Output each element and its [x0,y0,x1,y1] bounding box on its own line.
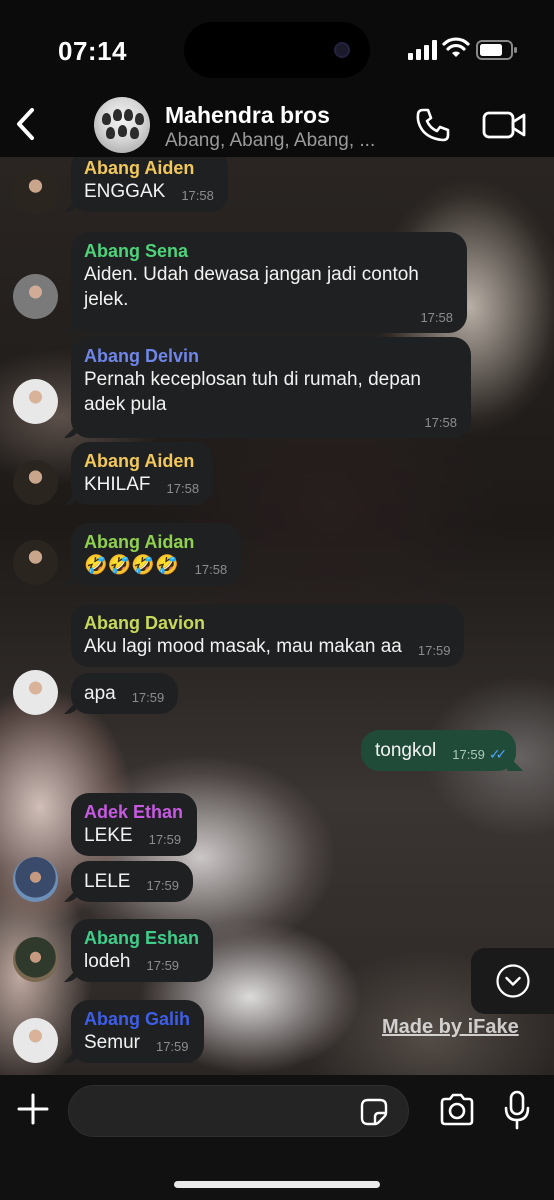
message-time: 17:58 [166,481,200,496]
message-text: apa [84,683,116,704]
status-time: 07:14 [58,36,127,66]
message-text: LELE [84,871,131,892]
message-bubble[interactable]: apa 17:59 [71,673,179,714]
message-text: LEKE [84,825,133,846]
outgoing-message-bubble[interactable]: tongkol 17:59 ✓✓ [361,730,517,771]
message-time: 17:58 [181,188,214,203]
back-chevron-icon[interactable] [10,102,44,146]
avatar[interactable] [13,379,58,424]
scroll-to-bottom-button[interactable] [471,948,554,1014]
plus-icon[interactable] [16,1092,50,1126]
composer-bar [0,1075,554,1200]
phone-icon[interactable] [414,106,452,144]
message-time: 17:58 [424,415,457,430]
group-members-list[interactable]: Abang, Abang, Abang, ... [165,130,375,152]
message-bubble[interactable]: Abang Delvin Pernah keceplosan tuh di ru… [71,337,471,438]
message-time: 17:59 [155,1039,189,1054]
read-receipt-icon: ✓✓ [488,746,508,762]
message-text: Pernah keceplosan tuh di rumah, depan ad… [84,369,421,415]
group-name[interactable]: Mahendra bros [165,102,330,129]
message-time: 17:59 [452,747,485,762]
sender-name: Abang Aiden [84,158,195,178]
microphone-icon[interactable] [504,1090,530,1130]
avatar[interactable] [13,857,58,902]
battery-icon [476,40,517,60]
message-text: ENGGAK [84,181,166,202]
camera-icon[interactable] [438,1093,476,1127]
sender-name: Abang Sena [84,241,189,261]
status-bar: 07:14 [0,0,554,92]
message-time: 17:58 [194,562,228,577]
message-input[interactable] [68,1085,409,1137]
message-bubble[interactable]: Abang Aidan 🤣🤣🤣🤣 17:58 [71,523,242,586]
message-time: 17:59 [146,958,180,973]
message-bubble[interactable]: Abang Aiden KHILAF 17:58 [71,442,214,505]
message-bubble[interactable]: Abang Eshan lodeh 17:59 [71,919,214,982]
sender-name: Abang Aidan [84,532,195,552]
avatar[interactable] [13,670,58,715]
sender-name: Abang Davion [84,613,206,633]
message-text: lodeh [84,951,131,972]
avatar[interactable] [13,274,58,319]
avatar[interactable] [13,540,58,585]
avatar[interactable] [13,937,58,982]
watermark: Made by iFake [382,1016,519,1038]
message-bubble[interactable]: Abang Sena Aiden. Udah dewasa jangan jad… [71,232,467,333]
message-text: Aiden. Udah dewasa jangan jadi contoh je… [84,264,419,310]
message-bubble[interactable]: Abang Davion Aku lagi mood masak, mau ma… [71,604,465,667]
avatar[interactable] [13,169,58,214]
message-text: Aku lagi mood masak, mau makan aa [84,636,402,657]
message-bubble[interactable]: Adek Ethan LEKE 17:59 [71,793,198,856]
video-camera-icon[interactable] [482,110,526,140]
message-text: 🤣🤣🤣🤣 [84,555,179,576]
wifi-icon [442,37,470,57]
sender-name: Adek Ethan [84,802,184,822]
message-text: KHILAF [84,474,151,495]
message-bubble[interactable]: Abang Galih Semur 17:59 [71,1000,205,1063]
sender-name: Abang Delvin [84,346,200,366]
chat-header: Mahendra bros Abang, Abang, Abang, ... [0,92,554,157]
front-camera-dot [334,42,350,58]
message-time: 17:58 [420,310,453,325]
message-time: 17:59 [146,878,180,893]
message-bubble[interactable]: Abang Aiden ENGGAK 17:58 [71,157,228,212]
message-bubble[interactable]: LELE 17:59 [71,861,194,902]
avatar[interactable] [13,460,58,505]
sender-name: Abang Aiden [84,451,195,471]
chevron-down-icon [496,964,530,998]
message-text: Semur [84,1032,140,1053]
message-time: 17:59 [417,643,451,658]
message-time: 17:59 [131,690,165,705]
message-text: tongkol [375,740,437,761]
message-time: 17:59 [148,832,182,847]
cellular-signal-icon [408,40,437,60]
message-list[interactable]: Abang Aiden ENGGAK 17:58 Abang Sena Aide… [0,157,554,1075]
avatar[interactable] [13,1018,58,1063]
sticker-icon[interactable] [360,1098,388,1126]
group-avatar[interactable] [94,97,150,153]
sender-name: Abang Galih [84,1009,191,1029]
home-indicator[interactable] [174,1181,380,1188]
sender-name: Abang Eshan [84,928,200,948]
